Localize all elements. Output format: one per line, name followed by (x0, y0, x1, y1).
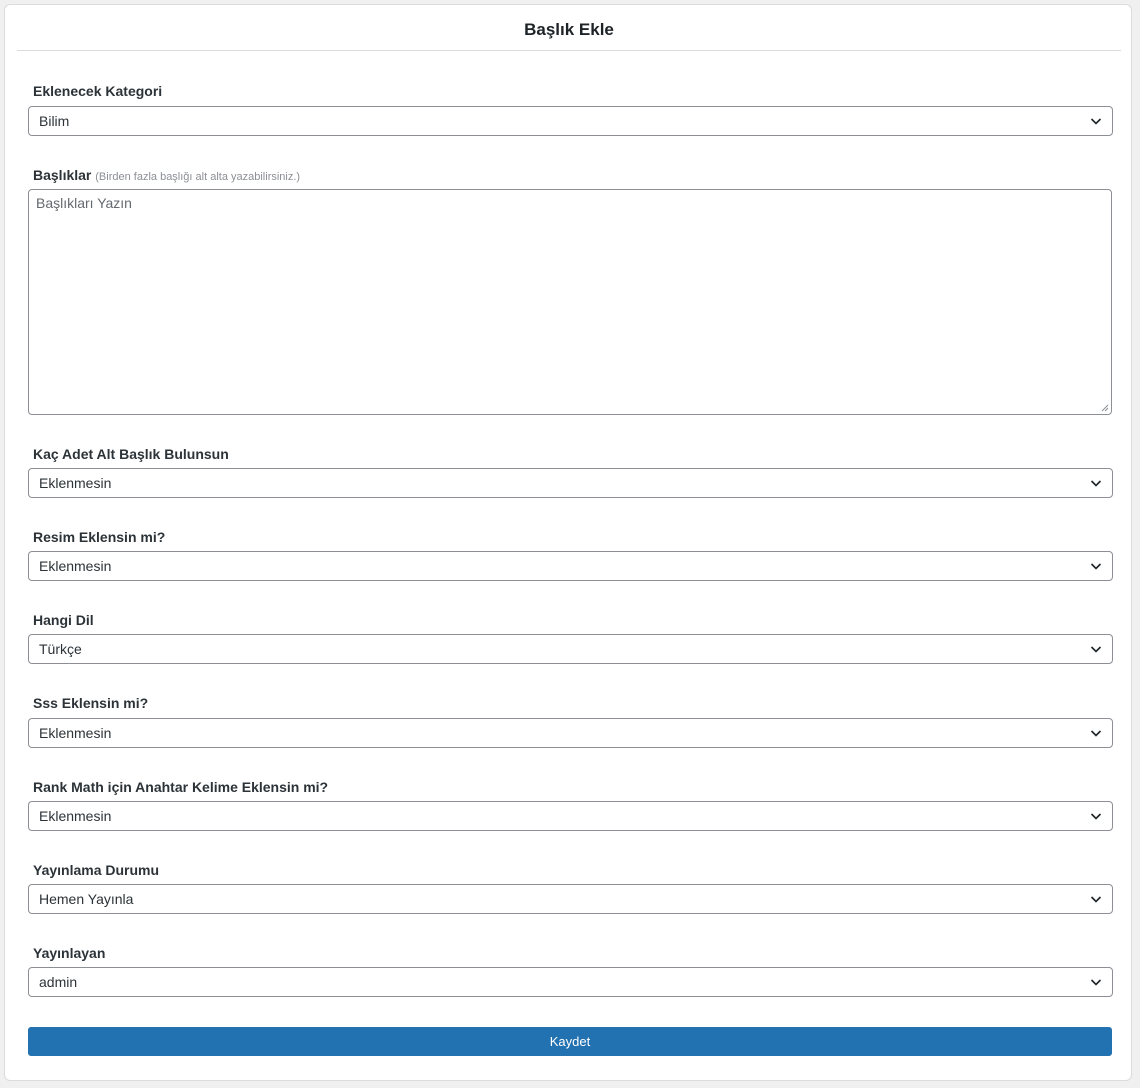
subheading-count-label: Kaç Adet Alt Başlık Bulunsun (33, 446, 229, 462)
chevron-down-icon (1090, 563, 1102, 570)
card-header: Başlık Ekle (17, 5, 1121, 51)
titles-label: Başlıklar (Birden fazla başlığı alt alta… (33, 167, 300, 183)
subheading-count-select-value: Eklenmesin (39, 475, 112, 491)
chevron-down-icon (1090, 979, 1102, 986)
resize-grip-icon[interactable] (1101, 404, 1109, 412)
publisher-select-value: admin (39, 974, 78, 990)
publisher-label: Yayınlayan (33, 945, 106, 961)
chevron-down-icon (1090, 646, 1102, 653)
category-label: Eklenecek Kategori (33, 83, 163, 99)
titles-textarea[interactable]: Başlıkları Yazın (28, 189, 1112, 415)
page-title: Başlık Ekle (524, 20, 614, 39)
add-title-card: Başlık Ekle Eklenecek Kategori Bilim Baş… (4, 4, 1132, 1081)
faq-label: Sss Eklensin mi? (33, 695, 149, 711)
publish-status-label: Yayınlama Durumu (33, 862, 160, 878)
faq-select[interactable]: Eklenmesin (28, 718, 1113, 748)
faq-select-value: Eklenmesin (39, 725, 112, 741)
chevron-down-icon (1090, 118, 1102, 125)
chevron-down-icon (1090, 480, 1102, 487)
titles-label-text: Başlıklar (33, 167, 92, 183)
publish-status-select[interactable]: Hemen Yayınla (28, 884, 1113, 914)
add-image-select[interactable]: Eklenmesin (28, 551, 1113, 581)
add-image-label: Resim Eklensin mi? (33, 529, 166, 545)
category-select-value: Bilim (39, 113, 70, 129)
save-button[interactable]: Kaydet (28, 1027, 1112, 1056)
rank-math-keyword-select-value: Eklenmesin (39, 808, 112, 824)
chevron-down-icon (1090, 813, 1102, 820)
add-image-select-value: Eklenmesin (39, 558, 112, 574)
publish-status-select-value: Hemen Yayınla (39, 891, 134, 907)
chevron-down-icon (1090, 896, 1102, 903)
titles-hint: (Birden fazla başlığı alt alta yazabilir… (95, 171, 301, 183)
language-select[interactable]: Türkçe (28, 634, 1113, 664)
category-select[interactable]: Bilim (28, 106, 1113, 136)
language-label: Hangi Dil (33, 612, 94, 628)
chevron-down-icon (1090, 730, 1102, 737)
rank-math-keyword-select[interactable]: Eklenmesin (28, 801, 1113, 831)
publisher-select[interactable]: admin (28, 967, 1113, 997)
rank-math-keyword-label: Rank Math için Anahtar Kelime Eklensin m… (33, 779, 329, 795)
subheading-count-select[interactable]: Eklenmesin (28, 468, 1113, 498)
titles-textarea-placeholder: Başlıkları Yazın (36, 195, 132, 211)
language-select-value: Türkçe (39, 641, 82, 657)
